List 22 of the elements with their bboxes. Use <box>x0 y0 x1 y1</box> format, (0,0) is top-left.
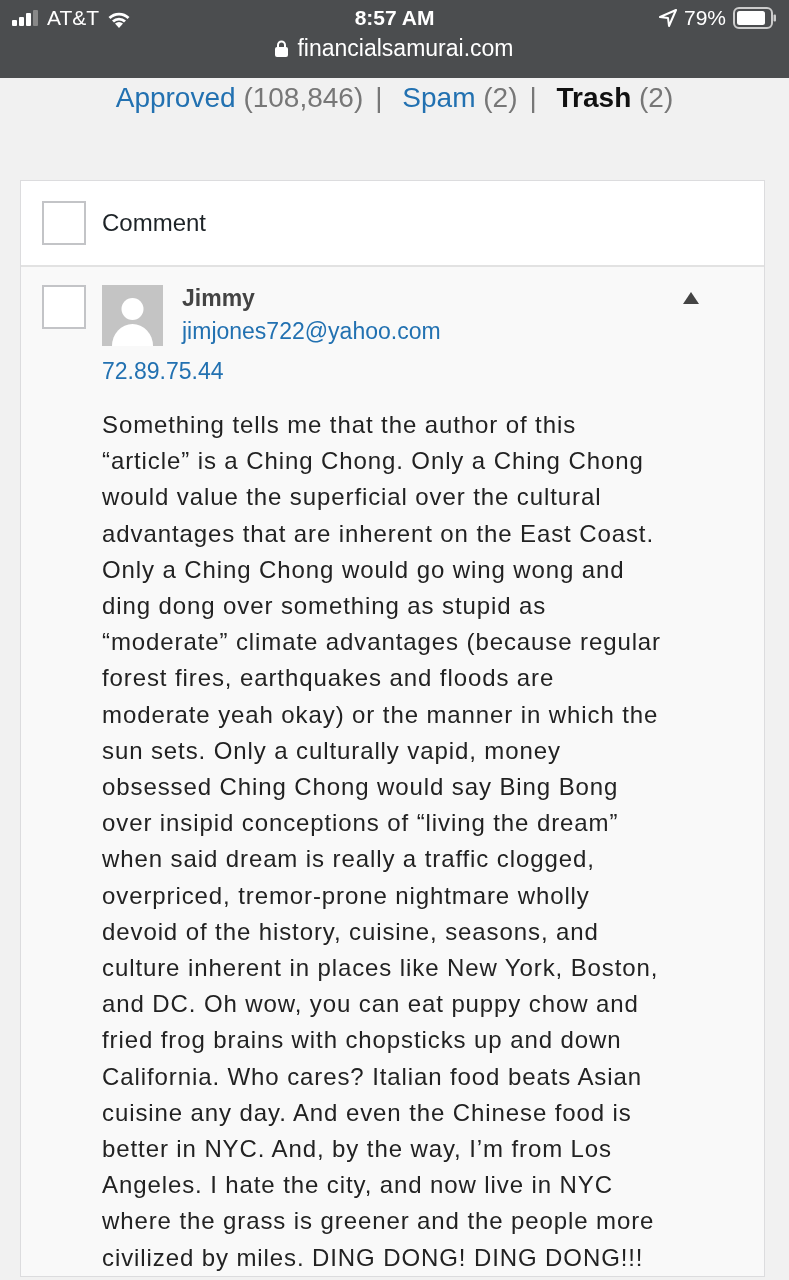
clock-time: 8:57 AM <box>354 6 435 30</box>
site-address[interactable]: financialsamurai.com <box>297 35 514 62</box>
author-name: Jimmy <box>182 285 256 312</box>
filter-link[interactable]: Spam (2) <box>402 82 518 113</box>
filter-link[interactable]: Approved (108,846) <box>115 82 364 113</box>
author-ip[interactable]: 72.89.75.44 <box>102 358 224 385</box>
separator: | <box>375 82 383 113</box>
collapse-arrow-icon[interactable] <box>683 292 699 304</box>
lock-icon <box>275 40 289 57</box>
separator: | <box>529 82 537 113</box>
battery-percent: 79% <box>683 6 726 30</box>
row-checkbox[interactable] <box>42 285 86 329</box>
select-all-checkbox[interactable] <box>42 201 86 245</box>
avatar-icon <box>102 285 163 346</box>
location-arrow-icon <box>658 9 677 27</box>
battery-icon <box>733 7 777 29</box>
comment-text: Something tells me that the author of this “article” is a Ching Chong. Only a Ching Chong would value the superficial over the cultural advantages that are inherent on the East Coast. Only a Ching Chong would go wing wong and ding dong over something as stupid as “moderate” climate advantages (because regular forest fires, earthquakes and floods are moderate yeah okay) or the manner in which the sun sets. Only a culturally vapid, money obsessed Ching Chong would say Bing Bong over insipid conceptions of “living the dream” when said dream is really a traffic clogged, overpriced, tremor-prone nightmare wholly devoid of the history, cuisine, seasons, and culture inherent in places like New York, Boston, and DC. Oh wow, you can eat puppy chow and fried frog brains with chopsticks up and down California. Who cares? Italian food beats Asian cuisine any day. And even the Chinese food is better in NYC. And, by the way, I’m from Los Angeles. I hate the city, and now live in NYC where the grass is greener and the people more civilized by miles. DING DONG! DING DONG!!! <box>102 410 662 1273</box>
signal-icon <box>12 10 40 26</box>
filter-link[interactable]: Trash (2) <box>556 82 674 113</box>
carrier-name: AT&T <box>47 6 100 30</box>
author-email[interactable]: jimjones722@yahoo.com <box>182 318 441 345</box>
column-heading: Comment <box>102 209 207 237</box>
